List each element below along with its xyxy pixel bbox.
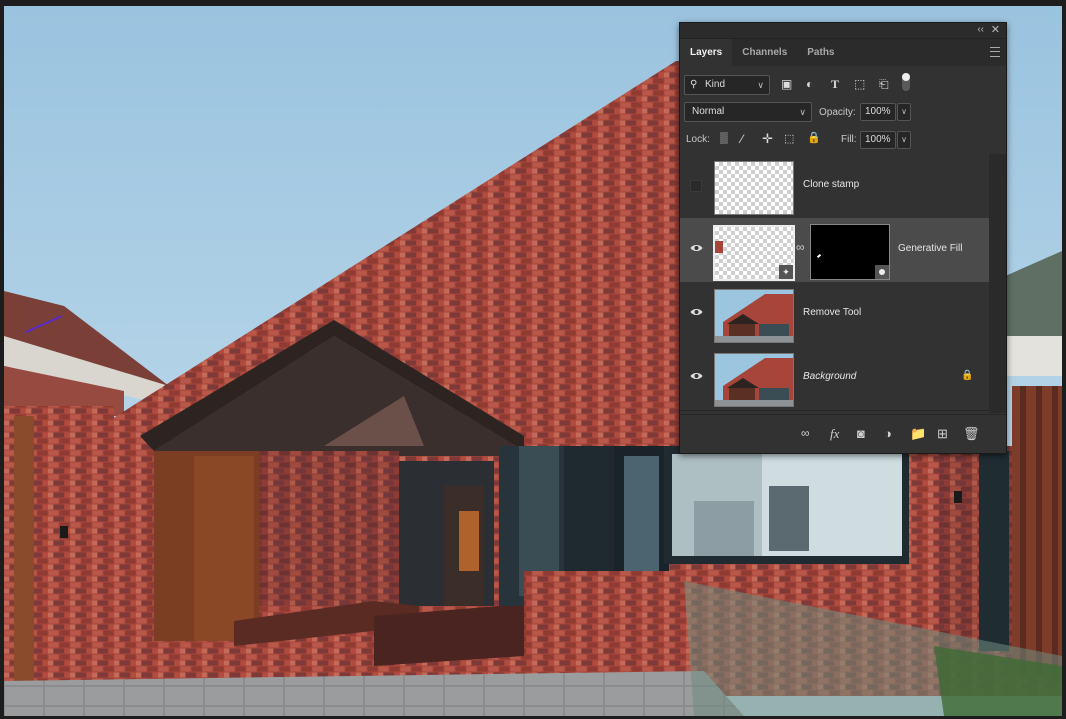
layer-thumbnail (714, 161, 794, 215)
move-icon[interactable]: ✛ (762, 131, 773, 147)
layer-name: Clone stamp (803, 179, 860, 190)
brush-icon[interactable]: ⁄ (741, 132, 743, 146)
layer-mask-thumbnail[interactable] (810, 224, 890, 280)
visibility-toggle-off[interactable] (690, 180, 702, 192)
layer-thumbnail: ✦ (713, 225, 795, 281)
fill-slider-toggle[interactable]: ∨ (897, 131, 911, 149)
checkerboard-icon[interactable]: ▒ (720, 132, 728, 144)
layer-name: Background (803, 371, 857, 382)
adjustment-icon[interactable]: ◐ (806, 77, 813, 91)
eye-icon[interactable] (690, 371, 703, 381)
opacity-slider-toggle[interactable]: ∨ (897, 103, 911, 121)
layers-scrollbar[interactable] (989, 154, 1006, 413)
opacity-field[interactable]: 100% (860, 103, 896, 121)
chevron-down-icon: ∨ (757, 80, 764, 90)
shape-icon[interactable]: ⬚ (854, 77, 865, 91)
panel-menu-icon[interactable] (990, 47, 1000, 57)
lock-row: Lock: ▒ ⁄ ✛ ⬚ 🔒 Fill: 100% ∨ (680, 129, 1006, 151)
layer-row-background[interactable]: Background 🔒 (680, 346, 989, 411)
panel-tabs: Layers Channels Paths (680, 39, 1006, 66)
trash-icon[interactable]: 🗑 (963, 426, 980, 442)
artboard-icon[interactable]: ⬚ (784, 132, 794, 145)
layer-row-remove-tool[interactable]: Remove Tool (680, 282, 989, 347)
link-icon[interactable]: ∞ (796, 240, 805, 254)
layers-panel: ‹‹ ✕ Layers Channels Paths ⚲ Kind ∨ ▣ ◐ … (679, 22, 1007, 454)
tab-channels[interactable]: Channels (732, 39, 797, 66)
generative-badge-icon: ✦ (779, 265, 793, 279)
fill-field[interactable]: 100% (860, 131, 896, 149)
fill-label: Fill: (841, 134, 857, 145)
mask-badge-icon (875, 265, 889, 279)
panel-title-bar: ‹‹ ✕ (680, 23, 1006, 39)
collapse-panel-icon[interactable]: ‹‹ (977, 24, 984, 35)
half-circle-icon[interactable]: ◑ (884, 426, 892, 441)
chevron-down-icon: ∨ (799, 107, 806, 117)
layer-name: Generative Fill (898, 243, 963, 254)
image-icon[interactable]: ▣ (781, 77, 792, 91)
layers-list: Clone stamp ✦ ∞ Generative Fill Remove T… (680, 154, 989, 413)
panel-bottom-bar: ∞ fx ◙ ◑ 📁 ⊞ 🗑 (680, 414, 1006, 453)
layer-row-clone-stamp[interactable]: Clone stamp (680, 154, 989, 219)
filter-kind-dropdown[interactable]: ⚲ Kind ∨ (684, 75, 770, 95)
smart-object-icon[interactable]: ⎗ (879, 77, 889, 92)
lock-icon[interactable]: 🔒 (961, 370, 973, 381)
layer-thumbnail (714, 353, 794, 407)
opacity-label: Opacity: (819, 107, 856, 118)
lock-label: Lock: (686, 134, 710, 145)
blend-row: Normal ∨ Opacity: 100% ∨ (680, 101, 1006, 125)
close-panel-icon[interactable]: ✕ (991, 23, 1000, 36)
new-layer-icon[interactable]: ⊞ (937, 426, 948, 442)
mask-icon[interactable]: ◙ (857, 426, 865, 441)
folder-icon[interactable]: 📁 (910, 426, 926, 442)
filter-row: ⚲ Kind ∨ ▣ ◐ T ⬚ ⎗ (680, 73, 1006, 97)
eye-icon[interactable] (690, 307, 703, 317)
filter-toggle-switch[interactable] (902, 73, 910, 91)
blend-mode-dropdown[interactable]: Normal ∨ (684, 102, 812, 122)
layer-name: Remove Tool (803, 307, 862, 318)
layer-row-generative-fill[interactable]: ✦ ∞ Generative Fill (680, 218, 989, 283)
tab-paths[interactable]: Paths (797, 39, 844, 66)
search-icon: ⚲ (690, 79, 698, 90)
filter-kind-label: Kind (705, 79, 726, 90)
fx-icon[interactable]: fx (830, 426, 839, 442)
link-icon[interactable]: ∞ (801, 426, 810, 440)
eye-icon[interactable] (690, 243, 703, 253)
layer-thumbnail (714, 289, 794, 343)
blend-mode-value: Normal (692, 106, 725, 117)
tab-layers[interactable]: Layers (680, 39, 733, 66)
lock-icon[interactable]: 🔒 (807, 131, 821, 144)
type-icon[interactable]: T (831, 77, 839, 92)
